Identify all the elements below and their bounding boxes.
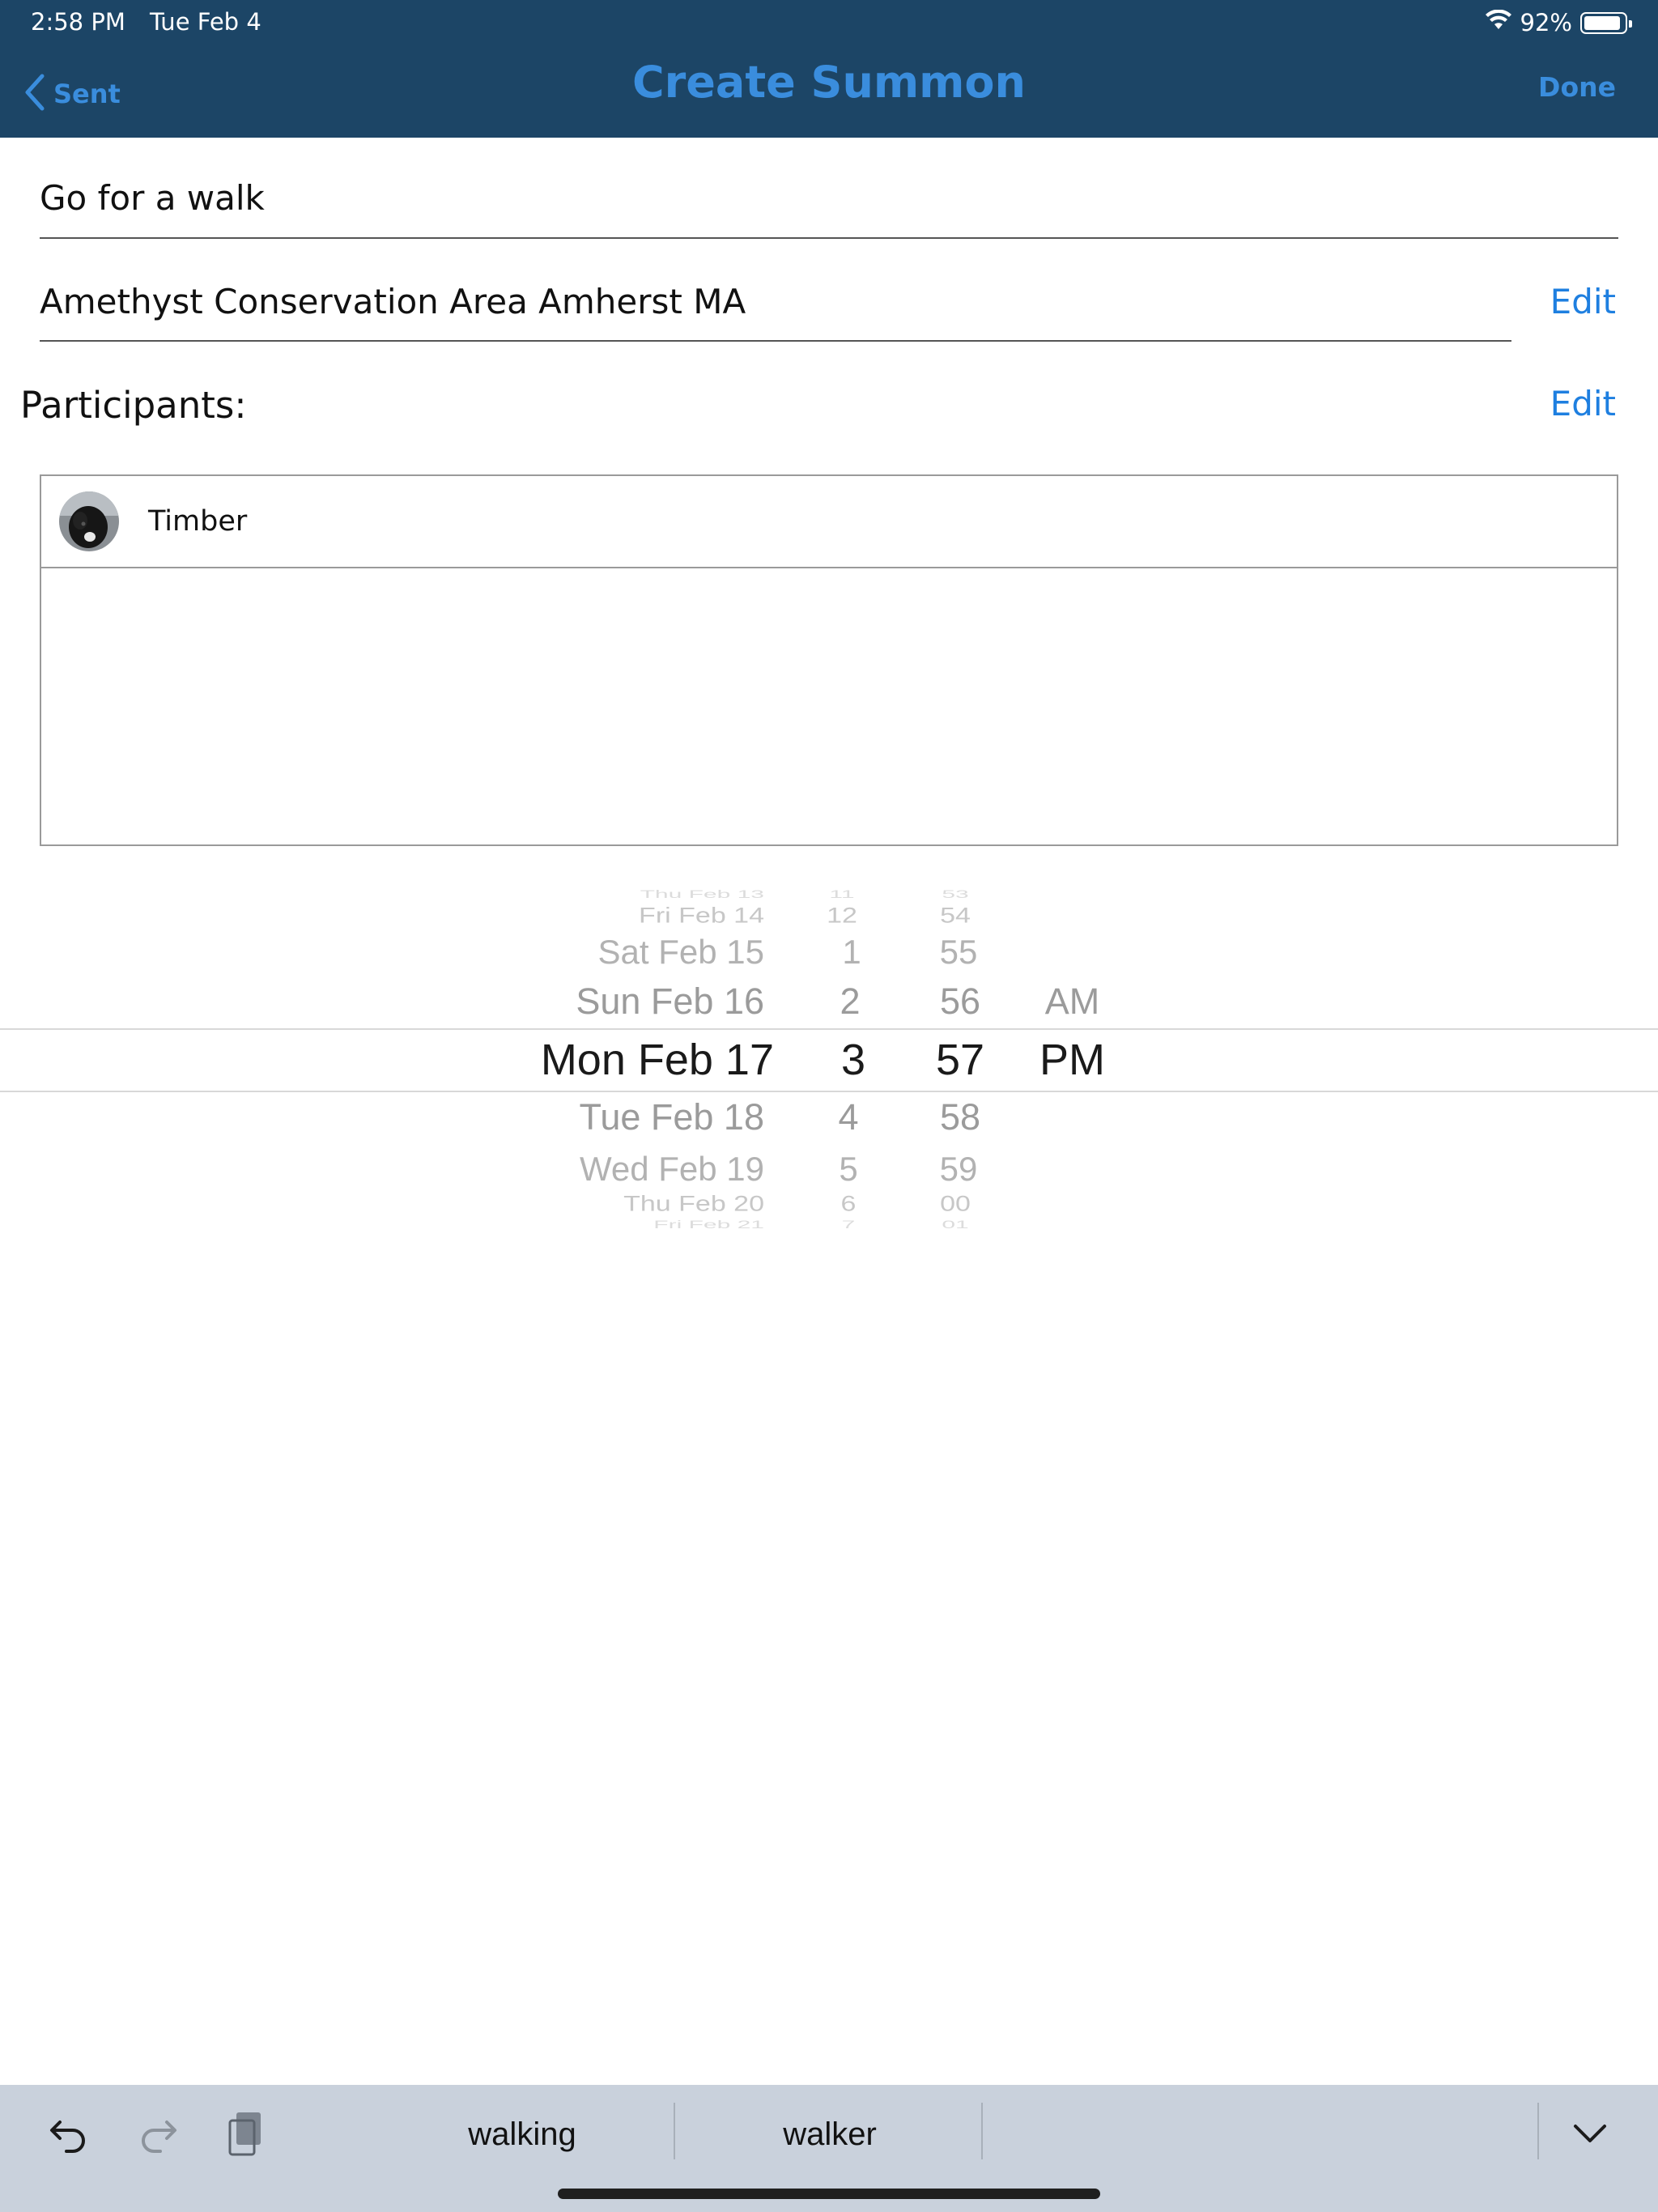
wifi-icon xyxy=(1485,9,1512,36)
status-indicators: 92% xyxy=(1485,6,1632,39)
picker-hour-item[interactable]: 11 xyxy=(801,888,882,900)
picker-minute-item[interactable]: 00 xyxy=(915,1192,996,1216)
redo-icon[interactable] xyxy=(133,2108,185,2159)
suggestion-divider xyxy=(1537,2103,1539,2159)
suggestion-item[interactable]: walker xyxy=(749,2109,911,2159)
done-button[interactable]: Done xyxy=(1538,71,1616,103)
undo-icon[interactable] xyxy=(42,2108,94,2159)
picker-date-item[interactable]: Sun Feb 16 xyxy=(518,981,764,1023)
suggestion-divider xyxy=(981,2103,983,2159)
picker-hour-item[interactable]: 1 xyxy=(811,933,892,972)
picker-ampm-selected[interactable]: PM xyxy=(1030,1035,1115,1085)
dismiss-keyboard-icon[interactable] xyxy=(1564,2108,1616,2159)
picker-hour-item[interactable]: 4 xyxy=(808,1096,889,1138)
picker-selection-bottom-line xyxy=(0,1091,1658,1092)
suggestion-item[interactable]: walking xyxy=(441,2109,603,2159)
picker-hour-item[interactable]: 12 xyxy=(801,904,882,928)
picker-date-item[interactable]: Fri Feb 21 xyxy=(518,1219,764,1231)
participants-list: Timber xyxy=(40,474,1618,846)
suggestion-divider xyxy=(674,2103,675,2159)
participant-name: Timber xyxy=(148,505,248,538)
page-title: Create Summon xyxy=(632,57,1026,108)
status-time: 2:58 PM xyxy=(31,8,125,36)
nav-header: 2:58 PM Tue Feb 4 92% Sent Create Summon… xyxy=(0,0,1658,138)
picker-minute-item[interactable]: 54 xyxy=(915,904,996,928)
picker-date-item[interactable]: Sat Feb 15 xyxy=(518,933,764,972)
title-underline xyxy=(40,237,1618,239)
battery-percent: 92% xyxy=(1520,9,1572,36)
picker-minute-item[interactable]: 56 xyxy=(920,981,1001,1023)
paste-icon[interactable] xyxy=(220,2108,272,2159)
title-field[interactable]: Go for a walk xyxy=(40,178,265,218)
location-underline xyxy=(40,340,1511,342)
location-edit-link[interactable]: Edit xyxy=(1550,282,1616,321)
picker-minute-item[interactable]: 01 xyxy=(915,1219,996,1231)
picker-hour-item[interactable]: 7 xyxy=(808,1219,889,1231)
picker-minute-item[interactable]: 59 xyxy=(918,1150,999,1189)
picker-date-item[interactable]: Fri Feb 14 xyxy=(518,904,764,928)
picker-hour-item[interactable]: 6 xyxy=(808,1192,889,1216)
picker-ampm-item[interactable]: AM xyxy=(1030,981,1115,1023)
picker-date-item[interactable]: Tue Feb 18 xyxy=(518,1096,764,1138)
picker-selection-top-line xyxy=(0,1028,1658,1030)
picker-date-item[interactable]: Thu Feb 13 xyxy=(518,888,764,900)
picker-minute-selected[interactable]: 57 xyxy=(920,1035,1001,1085)
picker-hour-item[interactable]: 5 xyxy=(808,1150,889,1189)
picker-hour-selected[interactable]: 3 xyxy=(813,1035,894,1085)
avatar xyxy=(59,491,119,551)
picker-minute-item[interactable]: 53 xyxy=(915,888,996,900)
location-field[interactable]: Amethyst Conservation Area Amherst MA xyxy=(40,282,746,321)
picker-date-item[interactable]: Wed Feb 19 xyxy=(518,1150,764,1189)
picker-minute-item[interactable]: 58 xyxy=(920,1096,1001,1138)
picker-date-item[interactable]: Thu Feb 20 xyxy=(518,1192,764,1216)
picker-hour-item[interactable]: 2 xyxy=(810,981,891,1023)
participant-row[interactable]: Timber xyxy=(41,476,1617,568)
home-indicator xyxy=(558,2189,1100,2199)
status-date: Tue Feb 4 xyxy=(150,8,261,36)
picker-minute-item[interactable]: 55 xyxy=(918,933,999,972)
participants-label: Participants: xyxy=(20,384,247,427)
battery-icon xyxy=(1580,11,1632,34)
picker-date-selected[interactable]: Mon Feb 17 xyxy=(486,1035,774,1085)
participants-edit-link[interactable]: Edit xyxy=(1550,384,1616,423)
